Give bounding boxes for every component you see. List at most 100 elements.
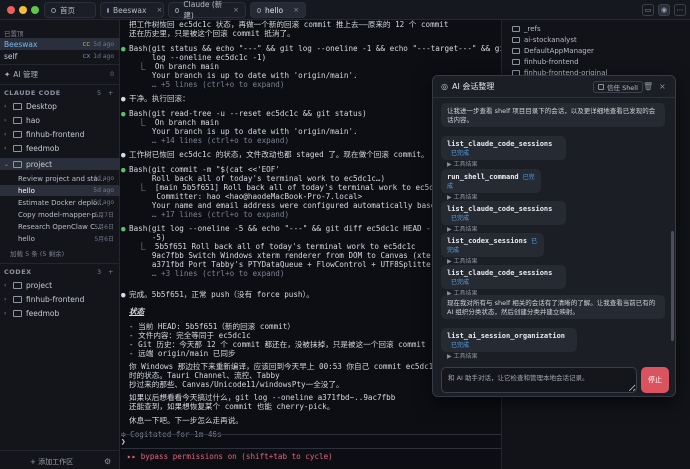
tab-home[interactable]: 首页 <box>44 2 96 18</box>
tool-call-card[interactable]: list_ai_session_organization 已完成 ▶ 工具结果 <box>441 328 577 360</box>
tab-claude-new[interactable]: Claude (新建) × <box>168 0 246 20</box>
terminal-line: 还在历史里，只是被这个回滚 commit 抵消了。 <box>129 29 295 38</box>
tab-close-icon[interactable]: × <box>156 6 162 14</box>
tool-result-toggle[interactable]: ▶ 工具结果 <box>447 159 560 168</box>
pinned-item-beeswax[interactable]: Beeswax CC 5d ago <box>0 38 120 50</box>
session-item[interactable]: Review project and sta... 4d ago <box>0 173 120 184</box>
tool-result-toggle[interactable]: ▶ 工具结果 <box>447 192 535 201</box>
codex-folder-feedmob[interactable]: › feedmob <box>0 307 120 319</box>
tool-name: list_claude_code_sessions <box>447 269 553 277</box>
folder-icon <box>512 48 520 54</box>
session-time: 5月7日 <box>94 212 114 219</box>
session-time: 4d ago <box>93 175 114 182</box>
tool-status: 已完成 <box>451 342 470 349</box>
bullet-icon: ● <box>121 290 126 299</box>
folder-icon <box>13 295 22 303</box>
pinned-item-self[interactable]: self CX 1d ago <box>0 50 120 62</box>
ai-chat-input[interactable] <box>441 367 637 393</box>
ai-panel-header: ◎ AI 会话整理 信任 Shell 🗑 × <box>433 76 675 98</box>
close-window-button[interactable] <box>7 6 15 14</box>
tool-result-toggle[interactable]: ▶ 工具结果 <box>447 351 571 360</box>
sidebar-toggle-icon[interactable]: ▭ <box>642 4 654 16</box>
session-item[interactable]: Research OpenClaw C... 5月6日 <box>0 221 120 232</box>
tab-status-icon <box>175 7 180 13</box>
folder-label: finhub-frontend <box>26 294 85 304</box>
tool-call-card[interactable]: list_claude_code_sessions 已完成 ▶ 工具结果 <box>441 201 566 233</box>
folder-finhub-frontend[interactable]: › finhub-frontend <box>0 128 120 140</box>
tool-name: run_shell_command <box>447 173 519 181</box>
session-item[interactable]: Estimate Docker deplo... 6d ago <box>0 197 120 208</box>
trash-icon[interactable]: 🗑 <box>643 82 653 91</box>
codex-folder-project[interactable]: › project <box>0 279 120 291</box>
terminal-line: Your name and email address were configu… <box>129 201 440 210</box>
ai-panel-scrollbar[interactable] <box>671 231 674 341</box>
maximize-window-button[interactable] <box>31 6 39 14</box>
session-item[interactable]: Copy model-mapper-p... 5月7日 <box>0 209 120 220</box>
success-bullet-icon: ● <box>121 165 126 174</box>
add-session-icon[interactable]: + <box>108 89 113 97</box>
tool-result-toggle[interactable]: ▶ 工具结果 <box>447 224 560 233</box>
session-time: 6d ago <box>93 199 114 206</box>
folder-project[interactable]: ⌄ project <box>0 158 120 170</box>
add-workspace-button[interactable]: + 添加工作区 <box>0 456 120 468</box>
tab-close-icon[interactable]: × <box>233 6 239 14</box>
prompt-caret-icon: ❯ <box>121 437 126 446</box>
ai-manager-item[interactable]: ✦ AI 管理 0 <box>0 68 120 80</box>
file-tree-item[interactable]: _refs <box>502 24 690 34</box>
tool-status: 已完成 <box>451 215 470 222</box>
terminal-line: a371fbd Port Tabby's PTYDataQueue + Flow… <box>129 260 477 269</box>
bullet-icon: ● <box>121 150 126 159</box>
add-codex-session-icon[interactable]: + <box>108 268 113 276</box>
terminal-line: 如果以后想看看今天搞过什么，git log --oneline a371fbd~… <box>129 393 396 402</box>
terminal-line: 时的状态。Tauri Channel、流控、Tabby <box>129 371 280 380</box>
tab-hello[interactable]: hello × <box>250 2 306 18</box>
file-tree-item[interactable]: ai-stockanalyst <box>502 35 690 45</box>
title-bar: 首页 Beeswax × Claude (新建) × hello × ▭ ◉ ⋯ <box>0 0 690 20</box>
terminal-line: Committer: hao <hao@haodeMacBook-Pro-7.l… <box>129 192 363 201</box>
tool-call-card[interactable]: run_shell_command 已完成 ▶ 工具结果 <box>441 169 541 201</box>
tool-call-card[interactable]: list_claude_code_sessions已完成 ▶ 工具结果 <box>441 136 566 168</box>
load-more-link[interactable]: 加载 5 条 (5 剩余) <box>0 247 120 258</box>
terminal-line: … +14 lines (ctrl+o to expand) <box>129 136 290 145</box>
tool-call-card[interactable]: list_claude_code_sessions已完成 ▶ 工具结果 <box>441 265 566 297</box>
prompt-input[interactable]: ❯ <box>121 434 501 446</box>
folder-hao[interactable]: › hao <box>0 114 120 126</box>
bullet-icon: ● <box>121 94 126 103</box>
session-name: Copy model-mapper-p... <box>18 210 103 219</box>
file-tree-item[interactable]: DefaultAppManager <box>502 46 690 56</box>
session-item-active[interactable]: hello 5d ago <box>0 185 120 196</box>
file-tree-item[interactable]: finhub-frontend <box>502 57 690 67</box>
folder-icon <box>512 59 520 65</box>
trust-shell-button[interactable]: 信任 Shell <box>593 81 643 93</box>
status-heading: 状态 <box>129 307 145 316</box>
ai-robot-icon: ◎ <box>441 82 448 91</box>
file-tree-label: _refs <box>524 25 541 33</box>
terminal-line: ⎿ On branch main <box>129 62 219 71</box>
folder-desktop[interactable]: › Desktop <box>0 100 120 112</box>
close-icon[interactable]: × <box>659 82 666 91</box>
tool-name: list_claude_code_sessions <box>447 205 553 213</box>
folder-icon <box>512 26 520 32</box>
folder-feedmob[interactable]: › feedmob <box>0 142 120 154</box>
file-tree-label: finhub-frontend <box>524 58 579 66</box>
ai-assistant-icon[interactable]: ◉ <box>658 4 670 16</box>
codex-folder-finhub-frontend[interactable]: › finhub-frontend <box>0 293 120 305</box>
minimize-window-button[interactable] <box>19 6 27 14</box>
tool-status: 已完成 <box>451 279 470 286</box>
tab-beeswax[interactable]: Beeswax × <box>100 2 164 18</box>
terminal-line: 工作树已恢回 ec5dc1c 的状态，文件改动也都 staged 了。现在做个回… <box>129 150 429 159</box>
settings-icon[interactable]: ⋯ <box>674 4 686 16</box>
tool-name: list_ai_session_organization <box>447 332 566 340</box>
tab-label: 首页 <box>60 5 75 15</box>
tool-call-card[interactable]: list_codex_sessions 已完成 ▶ 工具结果 <box>441 233 544 265</box>
success-bullet-icon: ● <box>121 109 126 118</box>
stop-button[interactable]: 停止 <box>641 367 669 393</box>
tool-result-toggle[interactable]: ▶ 工具结果 <box>447 256 538 265</box>
settings-gear-icon[interactable]: ⚙ <box>104 457 111 466</box>
tab-close-icon[interactable]: × <box>293 6 299 14</box>
session-item[interactable]: hello 5月6日 <box>0 233 120 244</box>
cc-badge: CC <box>82 41 91 48</box>
pinned-item-name: Beeswax <box>4 39 38 49</box>
codex-count: 3 <box>97 268 102 276</box>
session-name: hello <box>18 186 35 195</box>
